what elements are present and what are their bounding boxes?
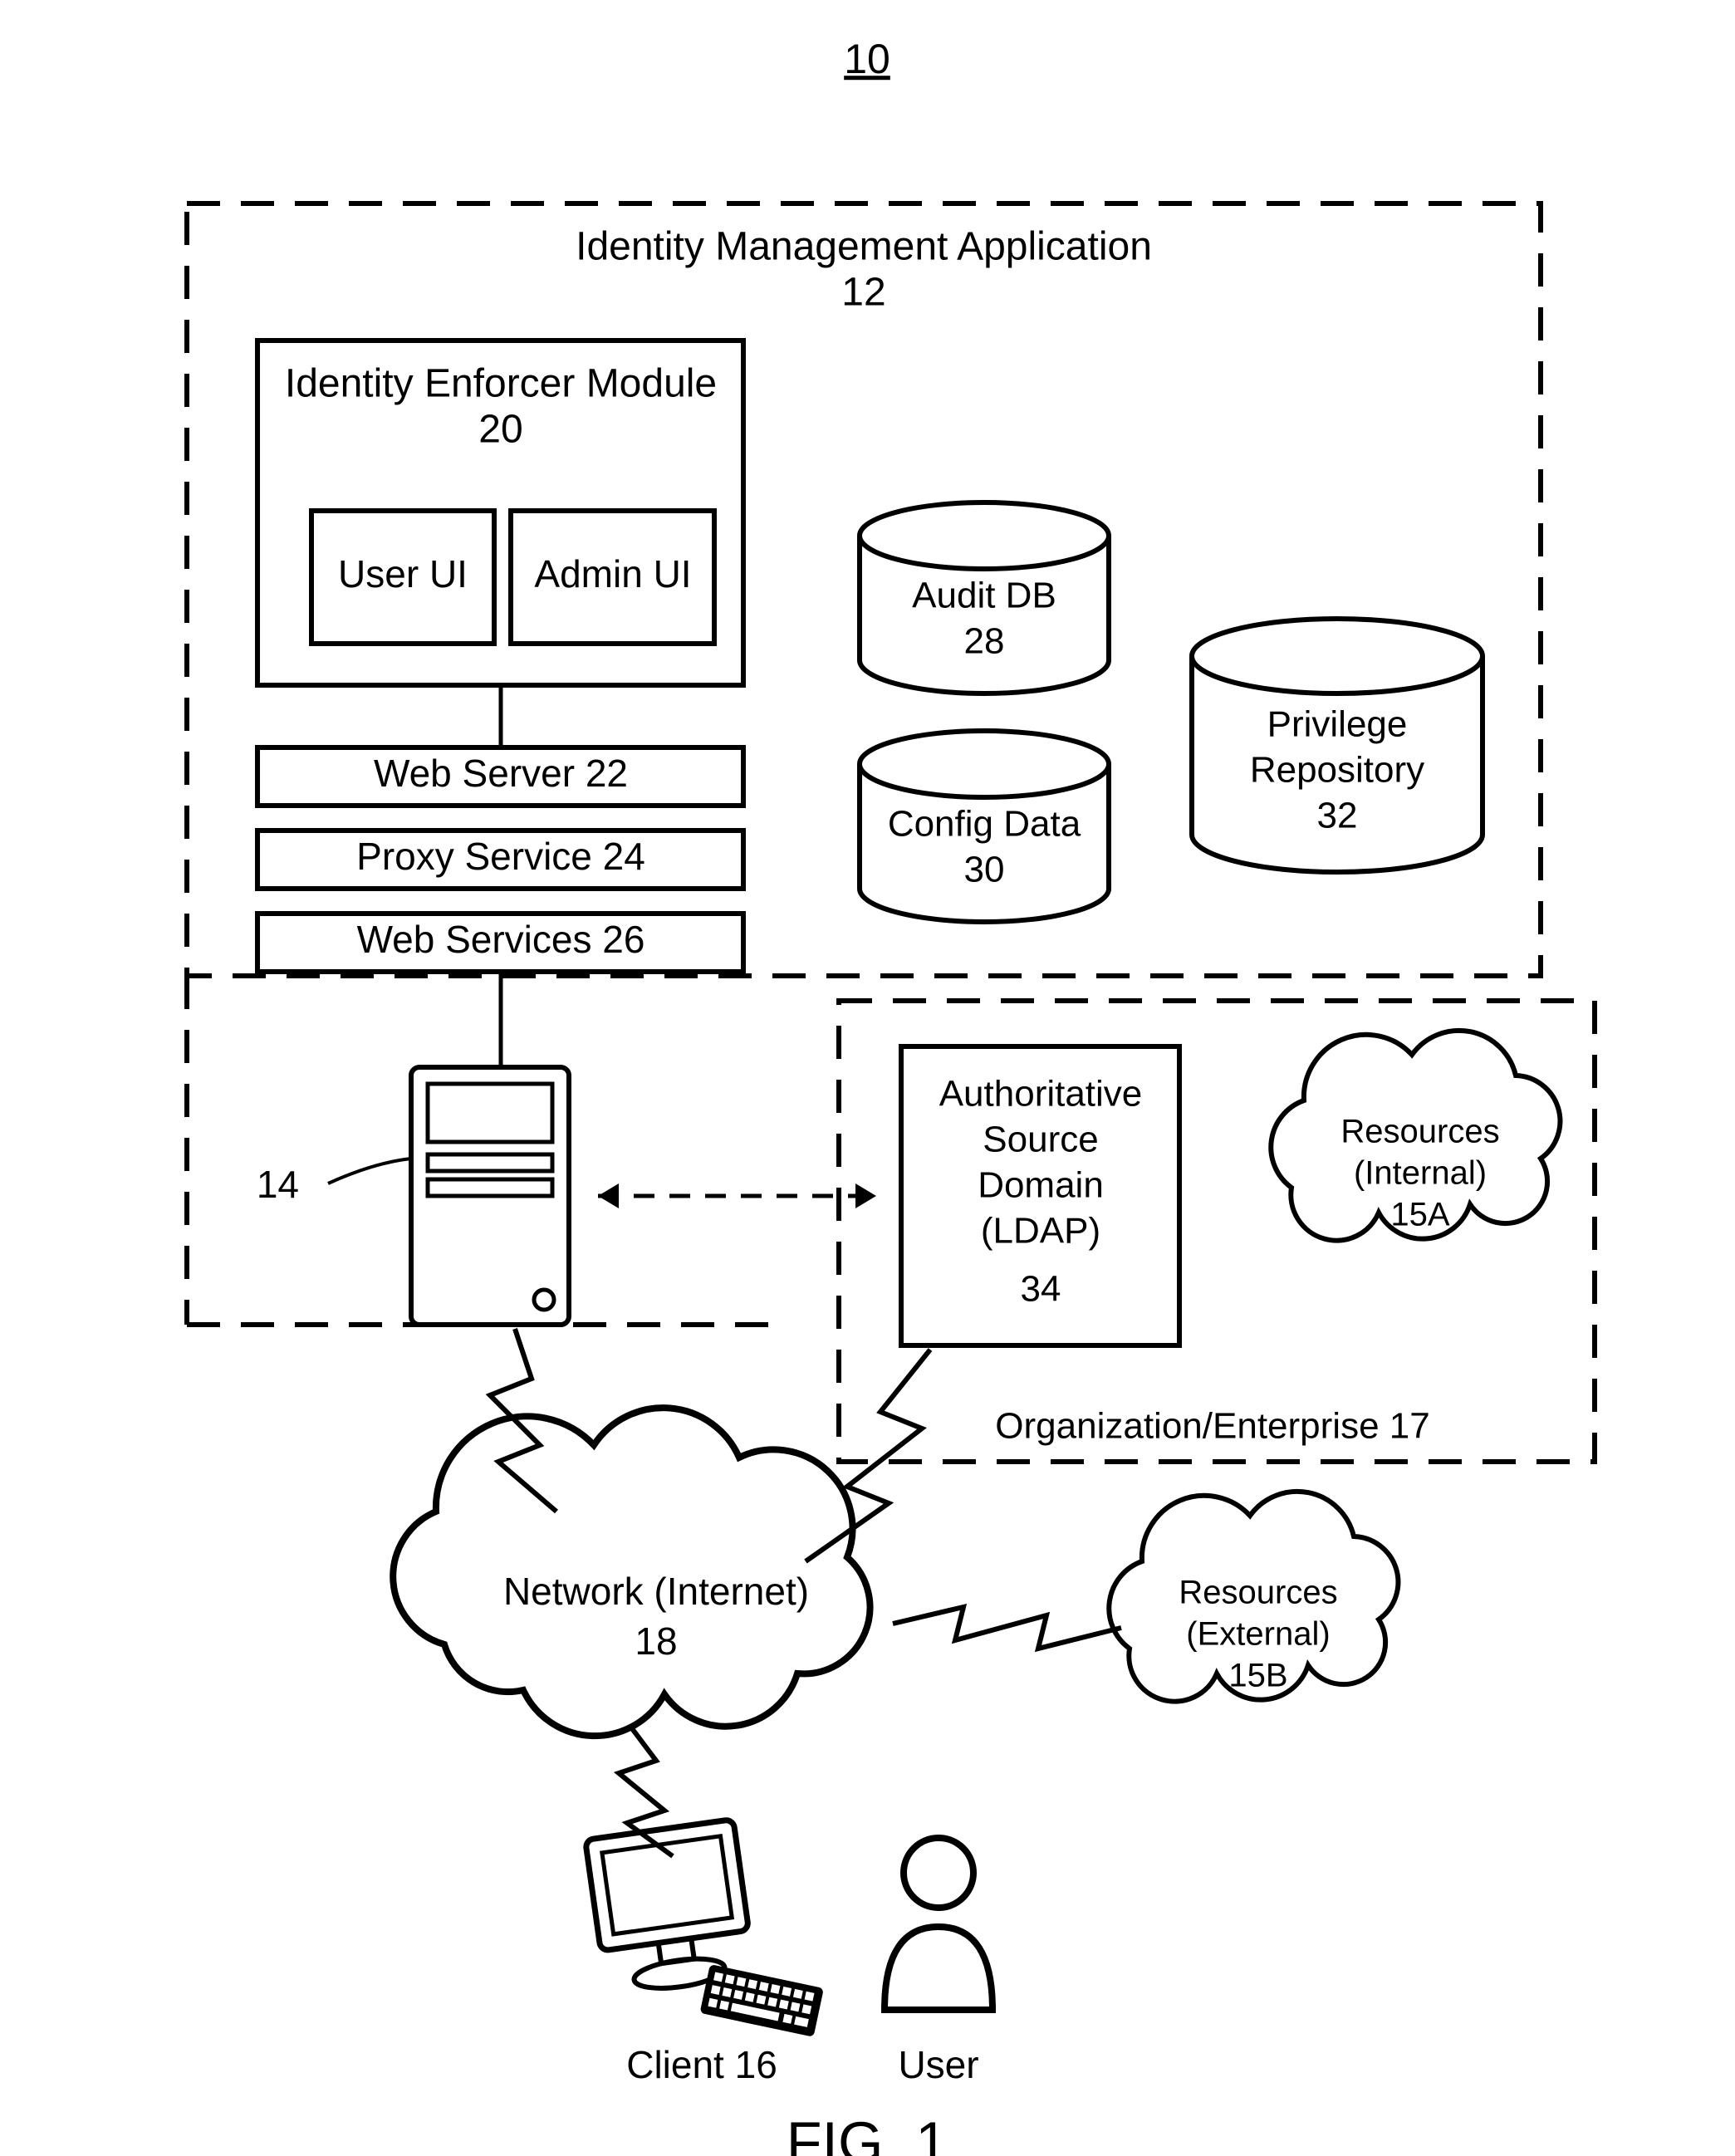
figure-label: FIG. 1 <box>787 2109 948 2156</box>
res-ext-l1: Resources <box>1179 1575 1337 1611</box>
network-num: 18 <box>635 1619 677 1663</box>
res-ext-num: 15B <box>1228 1658 1287 1694</box>
res-ext-l2: (External) <box>1186 1616 1330 1653</box>
user-ui-label: User UI <box>338 552 468 595</box>
app-num: 12 <box>841 271 885 315</box>
diagram-root: 10 Identity Management Application 12 Id… <box>0 0 1735 2156</box>
org-container <box>839 1001 1595 1462</box>
lightning-network-external <box>893 1607 1121 1649</box>
lightning-authdomain-network <box>806 1350 930 1561</box>
conn-server-authdomain <box>598 1183 876 1208</box>
user-label: User <box>898 2043 978 2086</box>
user-icon <box>885 1838 992 2010</box>
figure-number-top: 10 <box>844 36 890 82</box>
network-cloud: Network (Internet) 18 <box>393 1408 870 1736</box>
admin-ui-label: Admin UI <box>534 552 691 595</box>
client-label: Client 16 <box>626 2043 777 2086</box>
res-int-num: 15A <box>1390 1197 1449 1233</box>
auth-domain-l2: Source <box>983 1120 1098 1160</box>
resources-internal-cloud: Resources (Internal) 15A <box>1271 1031 1560 1241</box>
server-icon <box>411 1067 569 1325</box>
privilege-repo-cylinder: Privilege Repository 32 <box>1192 619 1483 872</box>
server-ref: 14 <box>257 1163 299 1206</box>
auth-domain-num: 34 <box>1021 1269 1061 1310</box>
enforcer-title: Identity Enforcer Module <box>285 362 717 406</box>
config-data-num: 30 <box>964 850 1005 890</box>
audit-db-label: Audit DB <box>912 576 1056 616</box>
auth-domain-l4: (LDAP) <box>981 1211 1100 1252</box>
web-server-label: Web Server 22 <box>374 752 628 795</box>
audit-db-cylinder: Audit DB 28 <box>860 502 1109 693</box>
app-title: Identity Management Application <box>576 225 1152 269</box>
res-int-l2: (Internal) <box>1354 1155 1487 1192</box>
audit-db-num: 28 <box>964 621 1005 662</box>
web-services-label: Web Services 26 <box>357 918 645 961</box>
proxy-service-label: Proxy Service 24 <box>356 835 645 878</box>
config-data-cylinder: Config Data 30 <box>860 731 1109 922</box>
config-data-label: Config Data <box>888 804 1081 845</box>
auth-domain-l3: Domain <box>978 1165 1104 1206</box>
privilege-repo-num: 32 <box>1317 796 1358 836</box>
privilege-repo-l1: Privilege <box>1267 704 1408 745</box>
client-icon <box>586 1819 824 2036</box>
server-ref-leader <box>328 1159 411 1183</box>
resources-external-cloud: Resources (External) 15B <box>1109 1492 1398 1702</box>
privilege-repo-l2: Repository <box>1250 750 1424 791</box>
res-int-l1: Resources <box>1340 1114 1499 1150</box>
auth-domain-l1: Authoritative <box>939 1074 1143 1115</box>
org-label: Organization/Enterprise 17 <box>995 1406 1429 1447</box>
enforcer-num: 20 <box>478 408 522 452</box>
network-label: Network (Internet) <box>503 1570 809 1613</box>
